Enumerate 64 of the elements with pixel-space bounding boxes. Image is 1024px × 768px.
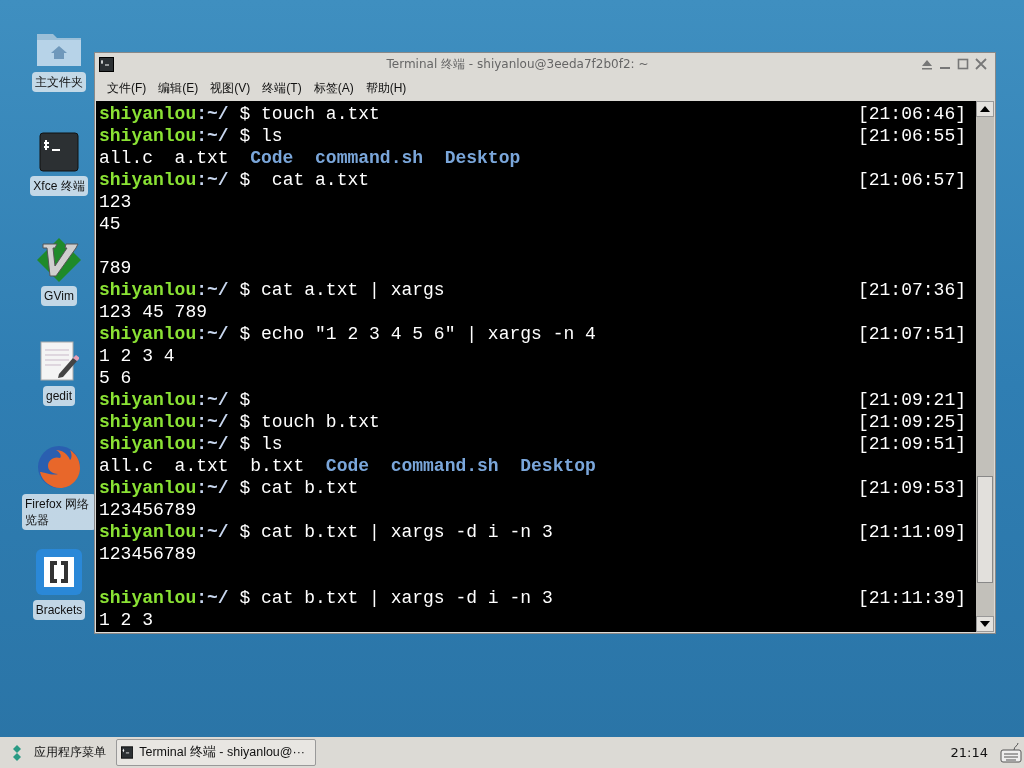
menu-item[interactable]: 视图(V) [210,79,251,97]
output-line: 45 [99,213,121,235]
desktop-icon-label[interactable]: Brackets [32,600,86,620]
listing-output: all.c a.txt b.txt Code command.sh Desktop [99,455,596,477]
timestamp: [21:06:46] [857,103,966,125]
terminal-icon [121,745,134,760]
scroll-up-icon[interactable] [980,105,990,113]
scroll-thumb[interactable] [977,476,993,584]
roll-up-icon[interactable] [921,58,933,70]
timestamp: [21:06:55] [857,125,966,147]
scroll-down-icon[interactable] [980,620,990,628]
timestamp: [21:09:53] [857,477,966,499]
desktop-icon-label[interactable]: gedit [43,386,75,406]
command-line: shiyanlou:~/ $ cat b.txt | xargs -d i -n 3 [99,521,553,543]
command-line: shiyanlou:~/ $ ls [99,433,283,455]
desktop-icon-label[interactable]: Firefox 网络览器 [22,494,96,530]
menu-item[interactable]: 帮助(H) [365,79,407,97]
command-line: shiyanlou:~/ $ [99,389,251,411]
output-line: 123456789 [99,499,197,521]
output-line: 123 45 789 [99,301,208,323]
window-title: Terminal 终端 - shiyanlou@3eeda7f2b0f2: ~ [385,55,650,73]
command-line: shiyanlou:~/ $ ls [99,125,283,147]
timestamp: [21:09:21] [857,389,966,411]
output-line: 123 [99,191,132,213]
listing-output: all.c a.txt Code command.sh Desktop [99,147,521,169]
command-line: shiyanlou:~/ $ touch a.txt [99,103,380,125]
menu-item[interactable]: 标签(A) [313,79,354,97]
command-line: shiyanlou:~/ $ touch b.txt [99,411,380,433]
notepad-pencil-icon[interactable] [39,340,79,382]
timestamp: [21:06:57] [857,169,966,191]
output-line: 1 2 3 [99,609,153,631]
brackets-icon[interactable] [35,548,83,596]
desktop-icon-label[interactable]: Xfce 终端 [30,176,88,196]
terminal-icon [99,56,114,72]
menu-item[interactable]: 文件(F) [107,79,147,97]
command-line: shiyanlou:~/ $ cat b.txt | xargs -d i -n 3 [99,587,553,609]
output-line: 5 6 [99,367,132,389]
output-line: 123456789 [99,543,197,565]
output-line: 1 2 3 4 [99,345,175,367]
app-menu-button[interactable]: 应用程序菜单 [0,743,116,762]
command-line: shiyanlou:~/ $ cat a.txt [99,169,370,191]
timestamp: [21:11:09] [857,521,966,543]
timestamp: [21:09:51] [857,433,966,455]
vim-logo-icon[interactable] [35,236,83,282]
timestamp: [21:07:51] [857,323,966,345]
fox-globe-icon[interactable] [36,444,82,490]
timestamp: [21:07:36] [857,279,966,301]
menu-item[interactable]: 终端(T) [262,79,302,97]
scrollbar[interactable] [976,101,994,632]
terminal-icon[interactable] [39,132,79,172]
maximize-icon[interactable] [957,58,969,70]
command-line: shiyanlou:~/ $ cat b.txt [99,477,359,499]
menu-item[interactable]: 编辑(E) [158,79,199,97]
timestamp: [21:09:25] [857,411,966,433]
desktop-icon-label[interactable]: GVim [41,286,77,306]
command-line: shiyanlou:~/ $ cat a.txt | xargs [99,279,445,301]
desktop-icon-label[interactable]: 主文件夹 [32,72,86,92]
timestamp: [21:11:39] [857,587,966,609]
output-line: 789 [99,257,132,279]
close-icon[interactable] [975,58,987,70]
keyboard-icon[interactable] [1000,741,1022,764]
taskbar-window-button[interactable]: Terminal 终端 - shiyanlou@··· [116,739,316,766]
command-line: shiyanlou:~/ $ echo "1 2 3 4 5 6" | xargs -n 4 [99,323,596,345]
clock: 21:14 [950,745,988,760]
